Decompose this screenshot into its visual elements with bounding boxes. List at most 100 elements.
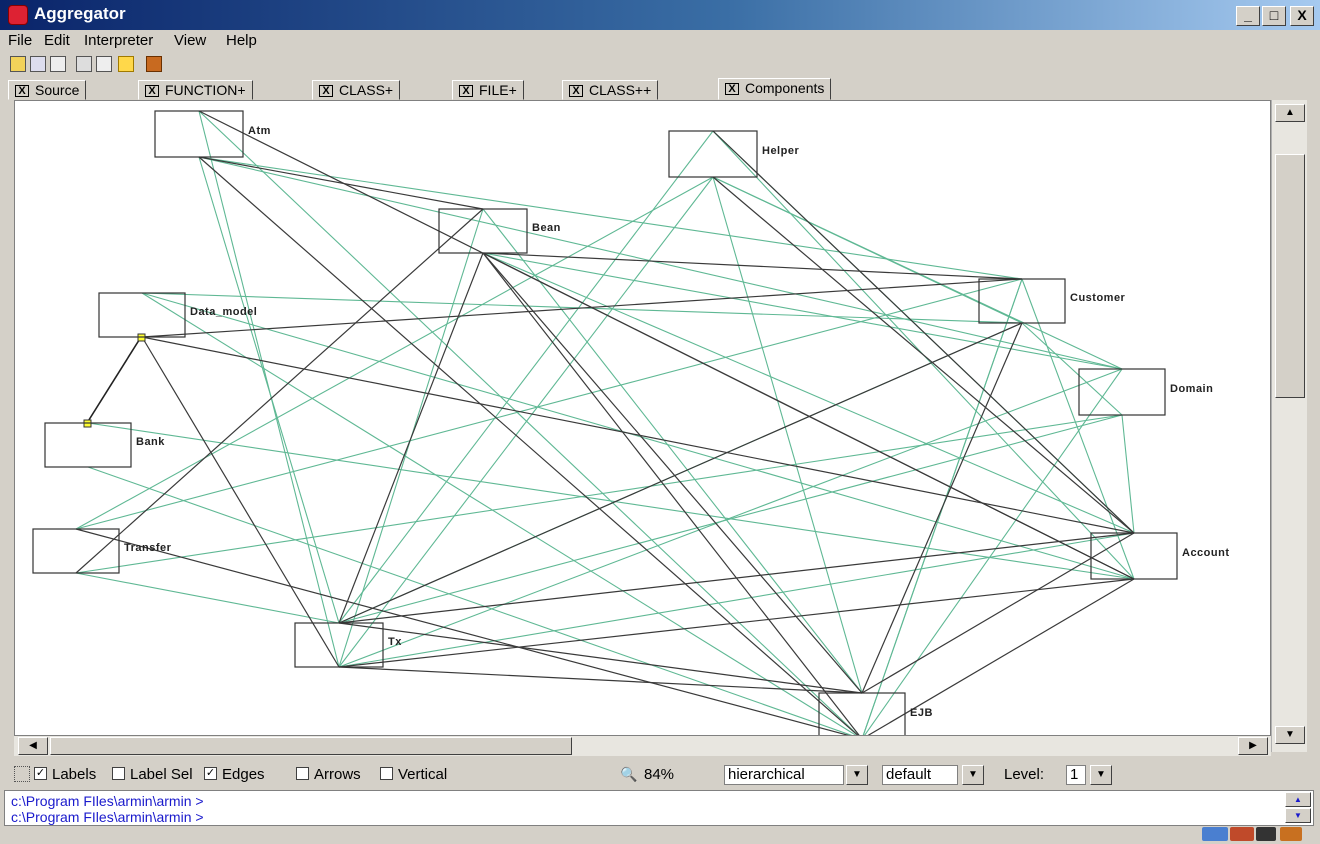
scroll-left-button[interactable]: ◀ [18,737,48,755]
graph-node-customer[interactable] [978,278,1066,324]
graph-edge [87,466,853,735]
open-folder-icon[interactable] [10,56,26,72]
scroll-right-button[interactable]: ▶ [1238,737,1268,755]
close-icon[interactable]: X [15,85,29,97]
graph-node-domain[interactable] [1078,368,1166,416]
node-label: Helper [762,145,799,157]
graph-edge [338,176,714,668]
book-icon[interactable] [146,56,162,72]
app-icon [8,5,28,25]
arrows-checkbox[interactable] [296,767,309,780]
level-dropdown-button[interactable]: ▼ [1090,765,1112,785]
graph-edge [1021,278,1135,580]
node-label: Data_model [190,306,257,318]
console-line: c:\Program FIles\armin\armin > [11,793,204,809]
style-select[interactable]: default [882,765,958,785]
console-line[interactable]: c:\Program FIles\armin\armin > [11,809,204,825]
close-icon[interactable]: X [145,85,159,97]
close-icon[interactable]: X [459,85,473,97]
menu-view[interactable]: View [174,32,206,49]
console-scroll-up[interactable]: ▲ [1285,792,1311,807]
toolbar [0,52,1320,78]
horizontal-scroll-thumb[interactable] [50,737,572,755]
node-label: Bank [136,436,165,448]
tab-source[interactable]: X Source [8,80,87,100]
console-scroll-down[interactable]: ▼ [1285,808,1311,823]
wand-icon [1256,827,1276,841]
tree-icon[interactable] [76,56,92,72]
save-icon[interactable] [30,56,46,72]
green-edges [75,110,1135,735]
layout-select[interactable]: hierarchical [724,765,844,785]
title-bar: Aggregator _ □ X [0,0,1320,30]
print-icon[interactable] [50,56,66,72]
graph-edge [338,130,714,624]
edges-checkbox[interactable]: ✓ [204,767,217,780]
graph-node-helper[interactable] [668,130,758,178]
tab-label: CLASS++ [589,82,652,98]
graph-svg[interactable]: Atm Helper Bean Customer Data_model Domain Ban… [15,101,1271,736]
graph-edge [75,572,340,624]
graph-node-data-model[interactable] [98,292,186,338]
close-icon[interactable]: X [725,83,739,95]
graph-edge [75,208,484,574]
close-button[interactable]: X [1290,6,1314,26]
menu-interpreter[interactable]: Interpreter [84,32,153,49]
graph-edge [141,292,857,735]
zoom-icon[interactable]: 🔍 [620,766,637,783]
graph-edge [1121,414,1135,534]
style-dropdown-button[interactable]: ▼ [962,765,984,785]
tab-label: Source [35,82,80,98]
graph-edge [864,368,1123,735]
book-icon [1280,827,1302,841]
graph-canvas[interactable]: Atm Helper Bean Customer Data_model Domain Ban… [14,100,1271,736]
labels-checkbox[interactable]: ✓ [34,767,47,780]
selected-edge[interactable] [86,336,142,424]
vertical-scrollbar[interactable]: ▲ ▼ [1271,100,1307,752]
node-label: EJB [910,707,933,719]
tab-components[interactable]: X Components [718,78,832,100]
scroll-up-button[interactable]: ▲ [1275,104,1305,122]
graph-node-account[interactable] [1090,532,1178,580]
tab-class-plus-plus[interactable]: X CLASS++ [562,80,659,100]
menu-edit[interactable]: Edit [44,32,70,49]
console[interactable]: c:\Program FIles\armin\armin > c:\Progra… [4,790,1314,826]
graph-node-tx[interactable] [294,622,384,668]
tab-class[interactable]: X CLASS+ [312,80,401,100]
node-label: Tx [388,636,402,648]
window-title: Aggregator [34,4,126,23]
graph-edge [338,414,1123,624]
graph-edge [861,532,1135,694]
menu-help[interactable]: Help [226,32,257,49]
graph-edge [141,278,1023,338]
tab-function[interactable]: X FUNCTION+ [138,80,253,100]
graph-edge [712,176,1023,324]
scroll-down-button[interactable]: ▼ [1275,726,1305,744]
vertical-scroll-thumb[interactable] [1275,154,1305,398]
cut-icon[interactable] [96,56,112,72]
graph-edge [141,336,340,668]
vertical-checkbox[interactable] [380,767,393,780]
graph-edge [712,176,1135,534]
selection-icon[interactable] [14,766,30,782]
minimize-button[interactable]: _ [1236,6,1260,26]
dark-edges [75,110,1135,735]
console-scrollbar[interactable]: ▲ ▼ [1285,792,1311,824]
node-label: Atm [248,125,271,137]
hand-pointer-icon[interactable] [118,56,134,72]
graph-node-bank[interactable] [44,422,132,468]
horizontal-scrollbar[interactable]: ◀ ▶ [14,736,1271,756]
graph-node-atm[interactable] [154,110,244,158]
node-label: Bean [532,222,561,234]
tab-file[interactable]: X FILE+ [452,80,524,100]
close-icon[interactable]: X [569,85,583,97]
label-sel-checkbox[interactable] [112,767,125,780]
maximize-button[interactable]: □ [1262,6,1286,26]
graph-edge [338,322,1023,624]
graph-edge [338,252,484,624]
close-icon[interactable]: X [319,85,333,97]
graph-node-transfer[interactable] [32,528,120,574]
menu-file[interactable]: File [8,32,32,49]
layout-dropdown-button[interactable]: ▼ [846,765,868,785]
level-select[interactable]: 1 [1066,765,1086,785]
